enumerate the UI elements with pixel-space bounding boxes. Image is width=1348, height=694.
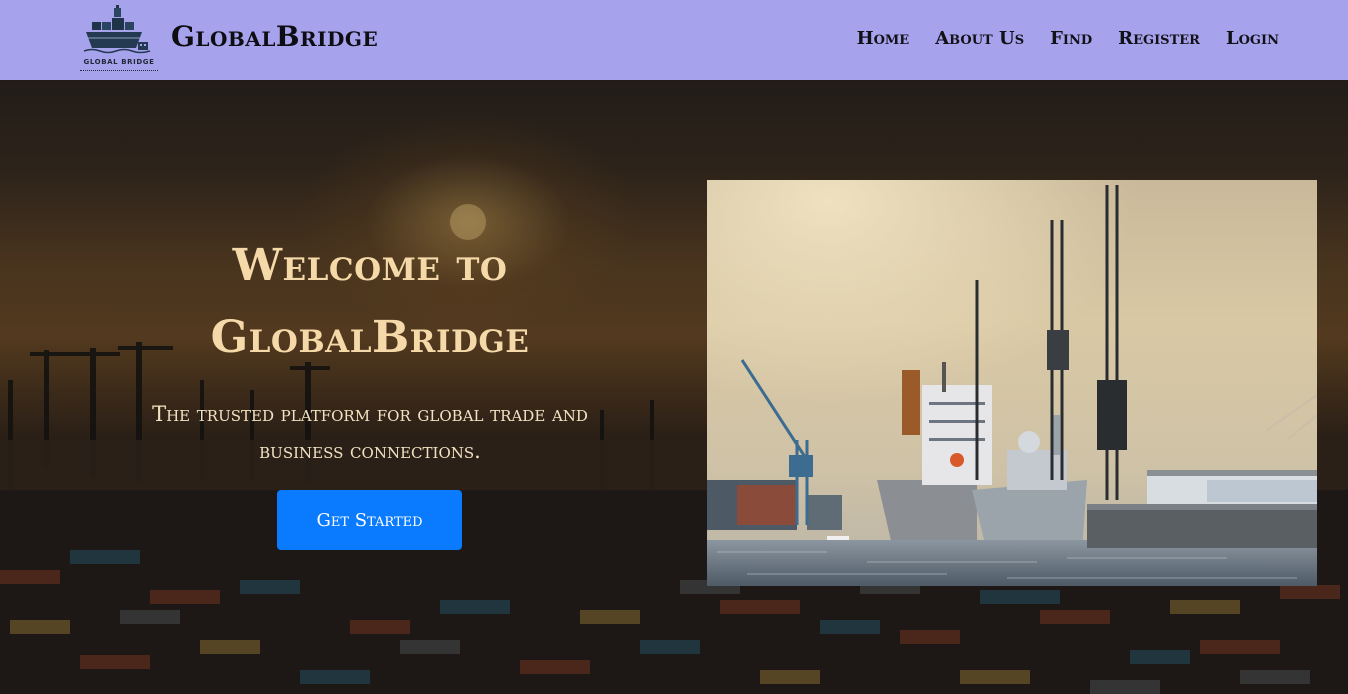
nav-link-register[interactable]: Register [1118,28,1200,49]
hero-subtitle-line-2: business connections. [259,439,481,463]
hero-section: Welcome to GlobalBridge The trusted plat… [0,80,1348,694]
ship-icon: GLOBAL BRIDGE [80,4,158,76]
hero-text-block: Welcome to GlobalBridge The trusted plat… [60,230,680,470]
hero-subtitle: The trusted platform for global trade an… [60,396,680,470]
brand[interactable]: GLOBAL BRIDGE GlobalBridge [80,4,378,76]
navbar: GLOBAL BRIDGE GlobalBridge Home About Us… [0,0,1348,80]
get-started-button[interactable]: Get Started [277,490,462,550]
hero-title: Welcome to GlobalBridge [60,230,680,374]
nav-link-find[interactable]: Find [1050,28,1092,49]
hero-subtitle-line-1: The trusted platform for global trade an… [152,402,588,426]
nav-link-about-us[interactable]: About Us [935,28,1024,49]
hero-title-line-2: GlobalBridge [210,312,530,363]
nav-links: Home About Us Find Register Login [857,28,1279,49]
logo-tagline-line [80,70,158,72]
logo-text: GLOBAL BRIDGE [83,58,155,66]
brand-name[interactable]: GlobalBridge [171,20,378,53]
port-photo [707,180,1317,586]
hero-title-line-1: Welcome to [232,240,508,291]
nav-link-login[interactable]: Login [1226,28,1279,49]
nav-link-home[interactable]: Home [857,28,910,49]
